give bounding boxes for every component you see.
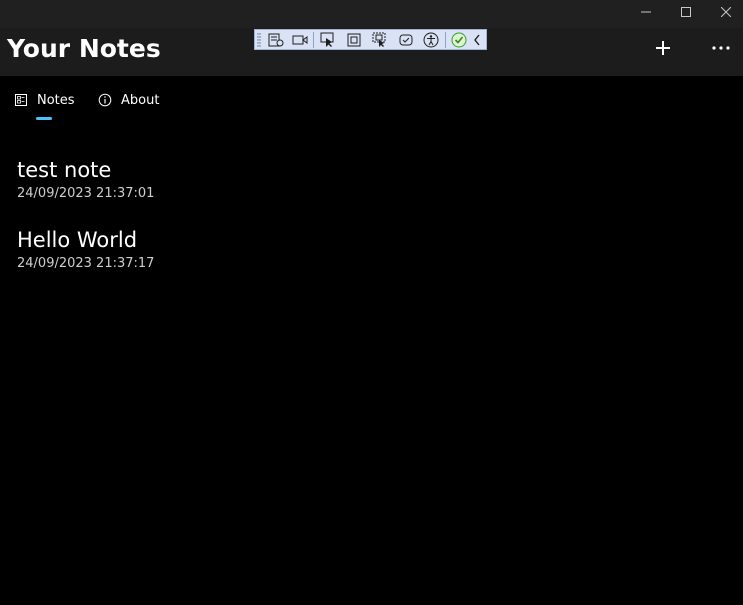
display-layout-adorners-icon [347, 33, 361, 47]
collapse-chevron-icon [474, 34, 480, 46]
minimize-icon [641, 11, 651, 13]
more-options-button[interactable] [701, 32, 741, 64]
record-button[interactable] [290, 31, 310, 49]
select-element-icon [320, 32, 334, 47]
live-visual-tree-button[interactable] [266, 31, 286, 49]
toolbar-separator [445, 32, 446, 48]
live-visual-tree-icon [268, 33, 284, 47]
close-button[interactable] [706, 0, 743, 24]
top-navigation: Notes About [0, 76, 743, 124]
page-title: Your Notes [7, 34, 161, 63]
accessibility-icon [423, 32, 439, 48]
add-note-button[interactable] [643, 32, 683, 64]
list-item[interactable]: test note 24/09/2023 21:37:01 [17, 155, 717, 225]
debug-toolbar [254, 29, 487, 50]
select-element-button[interactable] [318, 31, 338, 49]
track-focus-button[interactable] [370, 31, 390, 49]
info-icon [98, 93, 112, 107]
hot-reload-icon [399, 34, 413, 46]
maximize-button[interactable] [666, 0, 706, 24]
checkmark-icon [451, 32, 467, 48]
note-title: Hello World [17, 228, 138, 252]
note-title: test note [17, 158, 112, 182]
plus-icon [656, 41, 670, 55]
selected-tab-indicator [36, 117, 52, 120]
nav-item-label: Notes [37, 92, 75, 108]
list-item[interactable]: Hello World 24/09/2023 21:37:17 [17, 225, 717, 295]
app-window: Your Notes Notes About test note 24/09/2… [0, 0, 743, 605]
notes-list: test note 24/09/2023 21:37:01 Hello Worl… [17, 155, 717, 295]
grip-icon[interactable] [257, 33, 261, 47]
notes-icon [15, 94, 27, 106]
maximize-icon [681, 7, 691, 17]
accessibility-checker-button[interactable] [421, 31, 441, 49]
minimize-button[interactable] [626, 0, 666, 24]
note-date: 24/09/2023 21:37:01 [17, 186, 155, 201]
record-icon [292, 35, 308, 45]
collapse-toolbar-button[interactable] [470, 31, 484, 49]
title-bar [0, 0, 743, 28]
note-date: 24/09/2023 21:37:17 [17, 256, 155, 271]
display-layout-adorners-button[interactable] [344, 31, 364, 49]
nav-item-label: About [121, 92, 160, 108]
nav-item-about[interactable]: About [98, 76, 159, 124]
hot-reload-button[interactable] [396, 31, 416, 49]
more-ellipsis-icon [712, 46, 730, 50]
close-icon [721, 7, 731, 17]
binding-status-button[interactable] [449, 31, 469, 49]
track-focus-icon [372, 32, 386, 47]
toolbar-separator [313, 32, 314, 48]
